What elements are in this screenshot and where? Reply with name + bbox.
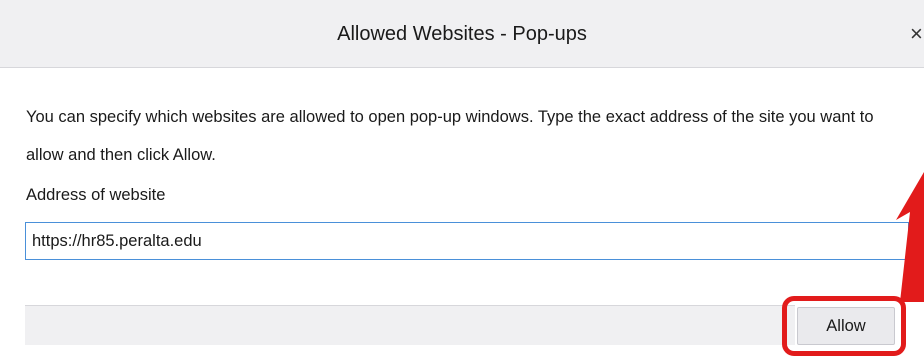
dialog-description: You can specify which websites are allow… [26, 108, 874, 164]
allow-highlight-annotation [782, 296, 906, 356]
allowed-sites-list [25, 305, 795, 345]
red-arrow-annotation [896, 172, 924, 302]
dialog-titlebar: Allowed Websites - Pop-ups × [0, 0, 924, 68]
close-icon[interactable]: × [910, 20, 924, 48]
address-input[interactable] [25, 222, 909, 260]
address-label: Address of website [26, 186, 166, 204]
dialog-title: Allowed Websites - Pop-ups [337, 23, 587, 45]
